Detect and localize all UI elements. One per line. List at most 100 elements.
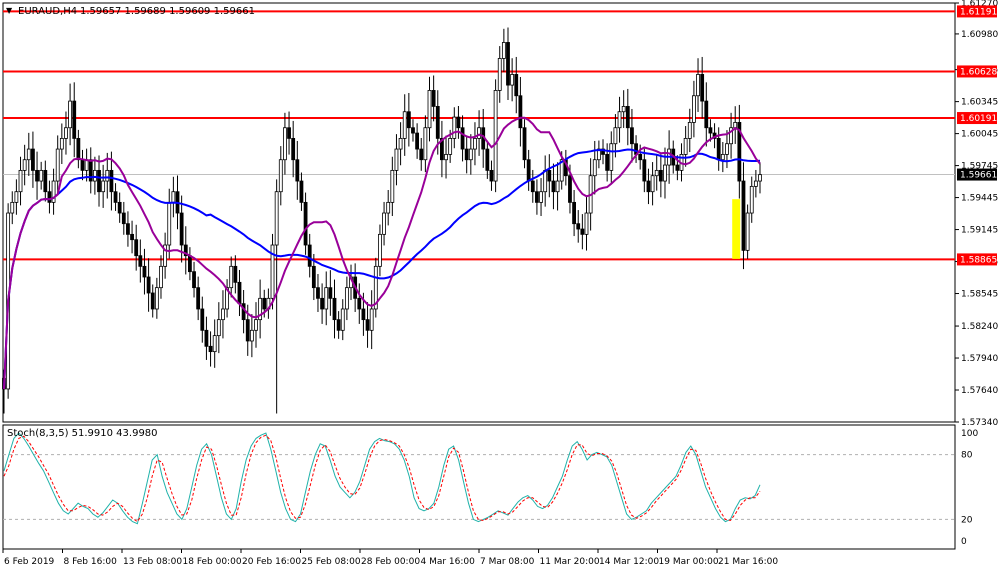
candle-body bbox=[411, 127, 415, 134]
price-axis-label: 1.58240 bbox=[961, 322, 998, 332]
candle-body bbox=[580, 228, 585, 235]
candle-body bbox=[749, 185, 754, 214]
candle-body bbox=[522, 127, 527, 161]
symbol-label: EURAUD,H4 bbox=[18, 6, 77, 17]
stoch-axis-label: 100 bbox=[961, 429, 978, 439]
candle-body bbox=[663, 164, 667, 182]
candle-body bbox=[291, 138, 296, 161]
time-axis-label: 18 Feb 00:00 bbox=[183, 557, 242, 567]
price-axis-label: 1.57340 bbox=[961, 418, 998, 428]
candle-body bbox=[415, 132, 420, 150]
candle-body bbox=[493, 90, 498, 182]
candle-body bbox=[456, 116, 461, 129]
candle-body bbox=[704, 100, 709, 129]
stoch-axis: 100 80 20 0 bbox=[961, 429, 978, 547]
candle-body bbox=[489, 169, 494, 182]
candle-body bbox=[518, 95, 523, 129]
candle-body bbox=[55, 148, 60, 182]
candle-body bbox=[130, 233, 134, 241]
candle-body bbox=[311, 265, 316, 289]
candle-body bbox=[654, 169, 659, 177]
stoch-axis-label: 0 bbox=[961, 537, 967, 547]
candle-body bbox=[753, 180, 758, 187]
candle-body bbox=[390, 169, 395, 203]
candle-body bbox=[192, 271, 196, 289]
candle-body bbox=[576, 223, 581, 230]
candle-body bbox=[14, 191, 19, 203]
candle-body bbox=[200, 308, 205, 331]
price-axis-label: 1.57640 bbox=[961, 386, 998, 396]
candle-body bbox=[212, 335, 217, 353]
candle-body bbox=[700, 74, 705, 102]
candle-body bbox=[64, 127, 68, 139]
candle-body bbox=[638, 153, 643, 161]
candle-body bbox=[630, 127, 634, 145]
candle-body bbox=[233, 265, 238, 283]
candle-body bbox=[625, 106, 630, 129]
candle-body bbox=[237, 281, 242, 305]
candle-body bbox=[382, 212, 386, 235]
candle-body bbox=[613, 127, 618, 145]
candle-body bbox=[378, 233, 382, 267]
candle-body bbox=[208, 345, 213, 353]
candle-body bbox=[501, 42, 506, 59]
candle-body bbox=[134, 239, 139, 257]
candle-body bbox=[150, 292, 155, 310]
candle-body bbox=[76, 138, 81, 161]
candle-body bbox=[584, 212, 589, 235]
candle-body bbox=[683, 138, 688, 155]
candle-body bbox=[506, 42, 510, 86]
candle-body bbox=[464, 148, 469, 161]
candle-body bbox=[725, 143, 729, 155]
candle-body bbox=[80, 159, 85, 171]
chart-window: ▼ EURAUD,H4 1.59657 1.59689 1.59609 1.59… bbox=[0, 0, 1000, 571]
time-axis-label: 4 Mar 16:00 bbox=[421, 557, 476, 567]
candle-body bbox=[386, 201, 391, 214]
chart-canvas[interactable]: ▼ EURAUD,H4 1.59657 1.59689 1.59609 1.59… bbox=[0, 0, 1000, 571]
candle-body bbox=[357, 297, 362, 310]
candle-body bbox=[307, 244, 312, 267]
candle-body bbox=[692, 95, 696, 123]
candle-body bbox=[262, 297, 267, 310]
level-price-tag-label: 1.58865 bbox=[960, 255, 997, 265]
candle-body bbox=[188, 255, 192, 273]
candle-body bbox=[431, 90, 436, 107]
candle-body bbox=[101, 180, 106, 193]
candle-body bbox=[716, 138, 721, 161]
candle-body bbox=[758, 174, 762, 182]
price-axis-label: 1.60045 bbox=[961, 130, 998, 140]
candle-body bbox=[142, 265, 147, 278]
price-axis-label: 1.59145 bbox=[961, 226, 998, 236]
candle-body bbox=[92, 169, 97, 182]
candle-body bbox=[196, 287, 201, 310]
candle-body bbox=[609, 143, 614, 171]
candle-body bbox=[473, 138, 477, 150]
price-axis-label: 1.59445 bbox=[961, 194, 998, 204]
time-axis-label: 19 Mar 00:00 bbox=[659, 557, 719, 567]
candle-body bbox=[535, 191, 539, 203]
candle-body bbox=[696, 74, 700, 97]
candle-body bbox=[617, 111, 622, 129]
stoch-axis-label: 20 bbox=[961, 515, 973, 525]
candle-body bbox=[435, 106, 440, 139]
candle-body bbox=[283, 127, 287, 161]
time-axis[interactable]: 6 Feb 2019 8 Feb 16:00 13 Feb 08:00 18 Feb … bbox=[2, 549, 778, 567]
candle-body bbox=[539, 191, 543, 203]
candle-body bbox=[547, 169, 552, 182]
price-axis-label: 1.60980 bbox=[961, 30, 998, 40]
candle-body bbox=[605, 153, 610, 171]
price-axis-label: 1.60345 bbox=[961, 98, 998, 108]
price-axis[interactable]: 1.612701.609801.606451.603451.600451.597… bbox=[955, 0, 998, 428]
candle-body bbox=[97, 169, 101, 193]
candle-body bbox=[216, 319, 221, 337]
price-panel[interactable] bbox=[2, 2, 956, 423]
current-price-tag-label: 1.59661 bbox=[960, 171, 997, 181]
dropdown-triangle-icon[interactable]: ▼ bbox=[6, 6, 13, 15]
candle-body bbox=[204, 329, 209, 347]
candle-body bbox=[22, 159, 27, 171]
candle-body bbox=[138, 255, 143, 267]
candle-body bbox=[324, 287, 329, 310]
candle-body bbox=[84, 159, 89, 171]
candle-body bbox=[394, 148, 399, 171]
level-price-tag-label: 1.60628 bbox=[960, 67, 997, 77]
